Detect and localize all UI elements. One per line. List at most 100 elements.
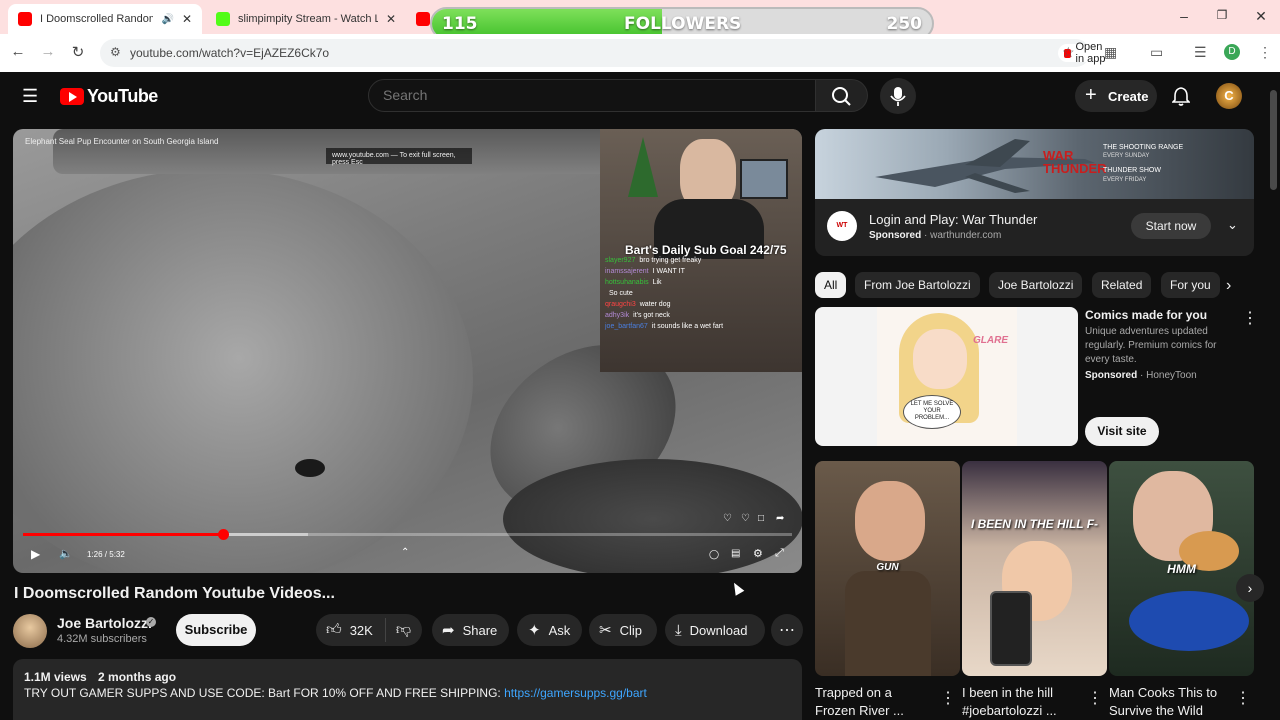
description-box[interactable]: 1.1M views 2 months ago TRY OUT GAMER SU… (13, 659, 802, 720)
like-count: 32K (349, 622, 373, 638)
sponsored-ad-card[interactable]: WAR THUNDER THE SHOOTING RANGE EVERY SUN… (815, 129, 1254, 256)
exit-fullscreen-icon[interactable]: ⤢ (775, 547, 784, 560)
volume-icon[interactable]: 🔈 (59, 547, 73, 560)
plate-shape (1129, 591, 1249, 651)
comic-ad-description: Unique adventures updated regularly. Pre… (1085, 326, 1217, 365)
create-button[interactable]: + Create (1075, 80, 1157, 112)
search-box[interactable] (368, 79, 816, 112)
profile-avatar[interactable]: D (1224, 44, 1240, 60)
browser-menu-icon[interactable]: ⋮ (1258, 44, 1272, 61)
browser-tab[interactable] (406, 4, 430, 34)
bookmark-star-icon[interactable]: ☆ (1062, 44, 1075, 61)
more-vertical-icon[interactable]: ⋮ (1242, 308, 1258, 328)
site-info-icon[interactable]: ⚙ (110, 45, 121, 59)
short-title[interactable]: I been in the hill #joebartolozzi ... (962, 684, 1082, 720)
clip-button[interactable]: ✂ Clip (589, 614, 657, 646)
play-icon[interactable]: ▶ (31, 547, 40, 561)
stream-chat: slayer927 bro trying get freaky inamssajer… (605, 257, 801, 334)
thumbs-up-icon: 👍︎ (326, 621, 342, 638)
download-button[interactable]: ⤓ Download (665, 614, 765, 646)
video-player[interactable]: Elephant Seal Pup Encounter on South Geo… (13, 129, 802, 573)
chips-next-icon[interactable]: › (1226, 277, 1231, 295)
media-control-icon[interactable]: ☰ (1194, 44, 1207, 61)
autoplay-toggle[interactable]: ◯ (709, 549, 719, 560)
chevron-down-icon[interactable]: ⌄ (1227, 217, 1238, 233)
short-title[interactable]: Man Cooks This to Survive the Wild (1109, 684, 1229, 720)
speaker-icon[interactable]: 🔊 (161, 14, 173, 25)
player-comment-icon[interactable]: □ (758, 513, 764, 524)
browser-tab[interactable]: slimpimpity Stream - Watch Liv ✕ (206, 4, 406, 34)
chat-username: joe_bartfan67 (605, 323, 648, 330)
comic-ad-title[interactable]: Comics made for you (1085, 308, 1207, 322)
window-close-icon[interactable]: ✕ (1243, 8, 1279, 25)
channel-name[interactable]: Joe Bartolozzi (57, 615, 152, 631)
more-vertical-icon[interactable]: ⋮ (1087, 688, 1103, 708)
settings-gear-icon[interactable]: ⚙ (753, 547, 763, 560)
youtube-logo-play-icon (69, 92, 77, 102)
ad-banner[interactable]: WAR THUNDER THE SHOOTING RANGE EVERY SUN… (815, 129, 1254, 199)
short-title[interactable]: Trapped on a Frozen River ... (815, 684, 935, 720)
chevron-up-icon[interactable]: ⌃ (401, 547, 409, 558)
shorts-next-icon[interactable]: › (1236, 574, 1264, 602)
chip-joe-bartolozzi[interactable]: Joe Bartolozzi (989, 272, 1083, 298)
ad-title[interactable]: Login and Play: War Thunder (869, 212, 1037, 227)
chat-text: So cute (609, 290, 633, 297)
ask-button[interactable]: ✦ Ask (517, 614, 582, 646)
followers-current: 115 (442, 14, 478, 34)
scrubber-knob[interactable] (217, 529, 229, 540)
chat-username: slayer927 (605, 257, 636, 264)
youtube-logo-text[interactable]: YouTube (87, 86, 158, 107)
player-like-icon[interactable]: ♡ (723, 513, 732, 524)
reload-icon[interactable]: ↻ (68, 43, 88, 61)
notifications-bell-icon[interactable] (1171, 86, 1191, 111)
browser-tab-active[interactable]: I Doomscrolled Random Yo 🔊 ✕ (8, 4, 202, 34)
subscribe-button[interactable]: Subscribe (176, 614, 256, 646)
more-actions-button[interactable]: ⋯ (771, 614, 803, 646)
played-bar (23, 533, 223, 536)
view-count: 1.1M views (24, 670, 87, 684)
forward-icon[interactable]: → (38, 43, 58, 60)
voice-search-button[interactable] (880, 78, 916, 114)
followers-label: FOLLOWERS (624, 14, 742, 34)
youtube-favicon-icon (18, 12, 32, 26)
like-button[interactable]: 👍︎ 32K (326, 618, 386, 642)
subtitles-icon[interactable]: ▤ (731, 548, 740, 559)
cast-icon[interactable]: ▭ (1150, 44, 1163, 61)
page-scrollbar[interactable] (1270, 90, 1277, 190)
description-link[interactable]: https://gamersupps.gg/bart (504, 686, 647, 700)
channel-avatar[interactable] (13, 614, 47, 648)
chip-related[interactable]: Related (1092, 272, 1152, 298)
chip-from-joe-bartolozzi[interactable]: From Joe Bartolozzi (855, 272, 980, 298)
minimize-icon[interactable]: – (1166, 8, 1202, 24)
share-button[interactable]: ➦ Share (432, 614, 509, 646)
chip-for-you[interactable]: For you (1161, 272, 1220, 298)
seal-body-shape (13, 169, 473, 573)
url-text[interactable]: youtube.com/watch?v=EjAZEZ6Ck7o (130, 46, 329, 60)
player-share-icon[interactable]: ➦ (776, 513, 784, 524)
short-thumbnail-1[interactable]: GUN (815, 461, 960, 676)
omnibox[interactable]: ⚙ youtube.com/watch?v=EjAZEZ6Ck7o Open i… (100, 39, 1114, 67)
short-thumbnail-2[interactable]: I BEEN IN THE HILL F- (962, 461, 1107, 676)
start-now-button[interactable]: Start now (1131, 213, 1211, 239)
chip-all[interactable]: All (815, 272, 847, 298)
back-icon[interactable]: ← (8, 43, 28, 60)
user-avatar[interactable]: C (1216, 83, 1242, 109)
extensions-icon[interactable]: ▦ (1104, 44, 1117, 61)
share-label: Share (462, 622, 498, 638)
restore-icon[interactable]: ❐ (1204, 8, 1240, 22)
dislike-button[interactable]: 👎︎ (386, 621, 419, 639)
more-vertical-icon[interactable]: ⋮ (1235, 688, 1251, 708)
search-button[interactable] (816, 79, 868, 112)
tab-close-icon[interactable]: ✕ (182, 12, 192, 26)
visit-site-button[interactable]: Visit site (1085, 417, 1159, 446)
comic-advertiser: HoneyToon (1146, 370, 1197, 381)
war-thunder-logo-icon[interactable]: WT (827, 211, 857, 241)
progress-bar[interactable] (23, 529, 792, 540)
more-vertical-icon[interactable]: ⋮ (940, 688, 956, 708)
hamburger-menu-icon[interactable]: ☰ (22, 86, 38, 107)
comic-ad-image[interactable]: GLARE LET ME SOLVE YOUR PROBLEM... (815, 307, 1078, 446)
player-dislike-icon[interactable]: ♡ (741, 513, 750, 524)
search-input[interactable] (383, 87, 783, 103)
tab-close-icon[interactable]: ✕ (386, 12, 396, 26)
short-thumbnail-3[interactable]: HMM (1109, 461, 1254, 676)
